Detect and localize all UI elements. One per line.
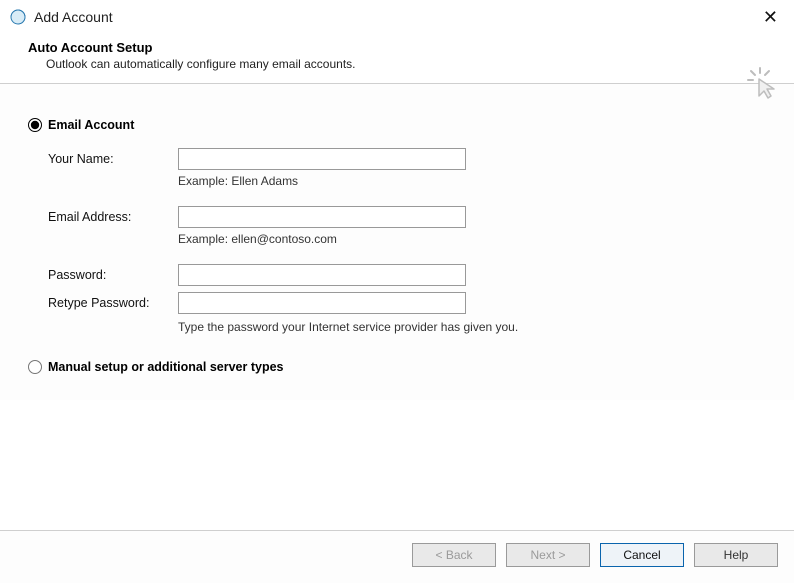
email-label: Email Address: — [48, 210, 178, 224]
retype-password-row: Retype Password: — [48, 292, 774, 314]
help-button[interactable]: Help — [694, 543, 778, 567]
password-input[interactable] — [178, 264, 466, 286]
your-name-label: Your Name: — [48, 152, 178, 166]
window-title: Add Account — [34, 9, 113, 25]
wizard-header: Auto Account Setup Outlook can automatic… — [0, 32, 794, 83]
close-icon[interactable]: ✕ — [757, 6, 784, 28]
title-bar-left: Add Account — [10, 9, 113, 25]
password-hint: Type the password your Internet service … — [178, 320, 774, 334]
radio-email-account[interactable]: Email Account — [28, 118, 774, 132]
wizard-footer: < Back Next > Cancel Help — [0, 530, 794, 583]
cursor-decoration-icon — [746, 66, 780, 103]
password-row: Password: — [48, 264, 774, 286]
wizard-content: Email Account Your Name: Example: Ellen … — [0, 84, 794, 400]
back-button: < Back — [412, 543, 496, 567]
radio-manual-setup-label: Manual setup or additional server types — [48, 360, 283, 374]
your-name-input[interactable] — [178, 148, 466, 170]
email-input[interactable] — [178, 206, 466, 228]
your-name-example: Example: Ellen Adams — [178, 174, 774, 188]
header-title: Auto Account Setup — [28, 40, 774, 55]
retype-password-label: Retype Password: — [48, 296, 178, 310]
radio-manual-setup-input[interactable] — [28, 360, 42, 374]
radio-email-account-input[interactable] — [28, 118, 42, 132]
header-subtitle: Outlook can automatically configure many… — [46, 57, 774, 71]
cancel-button[interactable]: Cancel — [600, 543, 684, 567]
next-button: Next > — [506, 543, 590, 567]
email-row: Email Address: — [48, 206, 774, 228]
title-bar: Add Account ✕ — [0, 0, 794, 32]
email-form-block: Your Name: Example: Ellen Adams Email Ad… — [48, 148, 774, 334]
radio-email-account-label: Email Account — [48, 118, 134, 132]
retype-password-input[interactable] — [178, 292, 466, 314]
radio-manual-setup[interactable]: Manual setup or additional server types — [28, 360, 774, 374]
password-label: Password: — [48, 268, 178, 282]
email-example: Example: ellen@contoso.com — [178, 232, 774, 246]
your-name-row: Your Name: — [48, 148, 774, 170]
app-icon — [10, 9, 26, 25]
